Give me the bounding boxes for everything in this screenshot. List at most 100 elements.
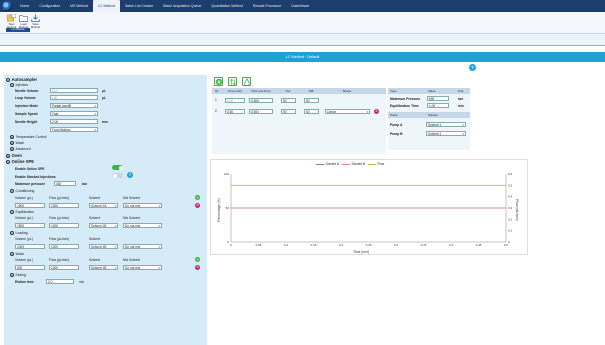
equilibration-mix-select[interactable]: Do not mix — [123, 223, 162, 228]
pump-a-solvent-select[interactable]: Solvent 1 — [426, 122, 466, 127]
equilibration-solvent-select[interactable]: Solvent 1B — [89, 223, 118, 228]
tab-batch-acquisition-queue[interactable]: Batch Acquisition Queue — [158, 0, 206, 12]
help-icon[interactable]: ? — [469, 64, 476, 71]
tab-results-processor[interactable]: Results Processor — [248, 0, 286, 12]
equilibration-flow-input[interactable]: 1000 — [49, 223, 79, 228]
enable-online-spe-toggle[interactable] — [112, 165, 123, 170]
equilibration-volume-input[interactable]: 1500 — [15, 223, 45, 228]
needle-volume-label: Needle Volume — [15, 89, 39, 93]
col-solvent-header: Solvent — [89, 216, 100, 220]
x-tick-label: 0.3 — [394, 243, 399, 247]
sample-speed-label: Sample Speed — [15, 112, 38, 116]
tab-home[interactable]: Home — [15, 0, 34, 12]
y-tick-label: 50 — [226, 206, 230, 210]
save-method-button[interactable]: Save Method — [30, 14, 41, 29]
col-flow-header: Flow (mL/min) — [251, 89, 271, 93]
injection-mode-select[interactable]: Partial loopfill — [50, 103, 98, 108]
col-mix-solvent-header: Mix Solvent — [123, 258, 141, 262]
advanced-header[interactable]: + Advanced — [10, 147, 31, 151]
new-method-button[interactable]: New Method — [6, 14, 17, 29]
tab-configuration[interactable]: Configuration — [34, 0, 65, 12]
reorder-icon — [230, 78, 236, 86]
shape-select[interactable]: Linear — [325, 108, 370, 114]
delete-row-button[interactable]: × — [374, 108, 379, 114]
loop-volume-input[interactable]: 100 — [50, 95, 98, 100]
loading-volume-input[interactable]: 1000 — [15, 244, 45, 249]
tab-batch-list-creator[interactable]: Batch List Creator — [120, 0, 158, 12]
wash-solvent-select[interactable]: Solvent 1B — [89, 265, 118, 270]
collapse-icon: − — [10, 231, 14, 235]
loading-header[interactable]: − Loading — [10, 231, 28, 235]
conditioning-flow-input[interactable]: 1000 — [49, 203, 79, 208]
conditioning-solvent-select[interactable]: Solvent 1A — [89, 203, 118, 208]
percent-b-input[interactable]: 50 — [304, 97, 319, 103]
add-step-button[interactable]: + — [195, 257, 200, 262]
ribbon-group-label: LC Method — [6, 28, 30, 32]
max-pressure-param-input[interactable]: 690 — [427, 96, 449, 101]
online-spe-header[interactable]: − Online SPE — [6, 159, 34, 164]
delete-step-button[interactable]: × — [195, 265, 200, 270]
wash-header[interactable]: + Wash — [10, 141, 24, 145]
load-method-button[interactable]: Load Method — [18, 14, 29, 29]
max-pressure-input[interactable]: 400 — [54, 181, 76, 186]
enable-stacked-toggle[interactable] — [112, 173, 123, 178]
wash-title: Wash — [15, 141, 25, 145]
wash-mix-select[interactable]: Do not mix — [123, 265, 162, 270]
collapse-icon: − — [6, 159, 10, 164]
add-step-button[interactable]: + — [195, 195, 200, 200]
percent-b-input[interactable]: 50 — [304, 108, 319, 114]
reorder-rows-button[interactable] — [228, 77, 237, 86]
add-row-button[interactable] — [214, 77, 223, 86]
col-unit-header: Unit — [458, 89, 464, 93]
app-logo-icon — [2, 1, 12, 11]
sample-speed-select[interactable]: Fast — [50, 111, 98, 116]
injection-header[interactable]: − Injection — [10, 83, 28, 87]
needle-volume-input[interactable]: 10.0 — [50, 88, 98, 93]
oven-title: Oven — [11, 153, 22, 158]
oven-header[interactable]: + Oven — [6, 153, 22, 158]
col-solvent-header: Solvent — [89, 258, 100, 262]
eluting-header[interactable]: − Eluting — [10, 273, 26, 277]
percent-a-input[interactable]: 50 — [281, 97, 296, 103]
autosampler-title: Autosampler — [11, 77, 38, 82]
flow-input[interactable]: 0.500 — [249, 108, 273, 114]
loading-title: Loading — [15, 231, 28, 235]
pump-b-solvent-select[interactable]: Solvent 1 — [426, 131, 466, 136]
percent-a-input[interactable]: 50 — [281, 108, 296, 114]
equilibration-header[interactable]: − Equilibration — [10, 210, 34, 214]
conditioning-header[interactable]: − Conditioning — [10, 189, 34, 193]
col-volume-header: Volume (µL) — [15, 196, 33, 200]
top-strip — [0, 34, 605, 46]
equilibration-time-input[interactable]: 1.00 — [427, 103, 449, 108]
wash-step-header[interactable]: − Wash — [10, 252, 24, 256]
wash-volume-input[interactable]: 500 — [15, 265, 45, 270]
tab-dataviewer[interactable]: DataViewer — [286, 0, 314, 12]
needle-height-input[interactable]: 2.00 — [50, 119, 98, 124]
pump-header: Pump Solvent — [388, 112, 470, 118]
gradient-row[interactable]: 1 0.00 0.500 50 50 — [212, 96, 386, 104]
conditioning-mix-select[interactable]: Do not mix — [123, 203, 162, 208]
elution-time-input[interactable]: 2.0 — [46, 279, 74, 284]
solvent-drop-button[interactable] — [242, 77, 251, 86]
tab-ms-method[interactable]: MS Method — [65, 0, 93, 12]
needle-height-reference-select[interactable]: From Bottom — [50, 127, 98, 132]
gradient-row[interactable]: 2 0.50 0.500 50 50 Linear × — [212, 107, 386, 115]
collapse-icon: − — [10, 252, 14, 256]
tab-quantitation-method[interactable]: Quantitation Method — [206, 0, 248, 12]
autosampler-header[interactable]: − Autosampler — [6, 77, 37, 82]
loading-solvent-select[interactable]: Solvent 1B — [89, 244, 118, 249]
wash-flow-input[interactable]: 1000 — [49, 265, 79, 270]
loading-flow-input[interactable]: 1000 — [49, 244, 79, 249]
temperature-control-header[interactable]: + Temperature Control — [10, 135, 46, 139]
tab-lc-method[interactable]: LC Method — [93, 0, 121, 12]
conditioning-volume-input[interactable]: 1500 — [15, 203, 45, 208]
flow-input[interactable]: 0.500 — [249, 97, 273, 103]
collapse-icon: − — [10, 210, 14, 214]
time-input[interactable]: 0.00 — [225, 97, 245, 103]
loading-mix-select[interactable]: Do not mix — [123, 244, 162, 249]
time-input[interactable]: 0.50 — [225, 108, 245, 114]
max-pressure-param-unit: bar — [458, 97, 463, 101]
delete-step-button[interactable]: × — [195, 203, 200, 208]
row-number: 1 — [215, 98, 217, 102]
help-icon[interactable]: ? — [127, 172, 133, 178]
